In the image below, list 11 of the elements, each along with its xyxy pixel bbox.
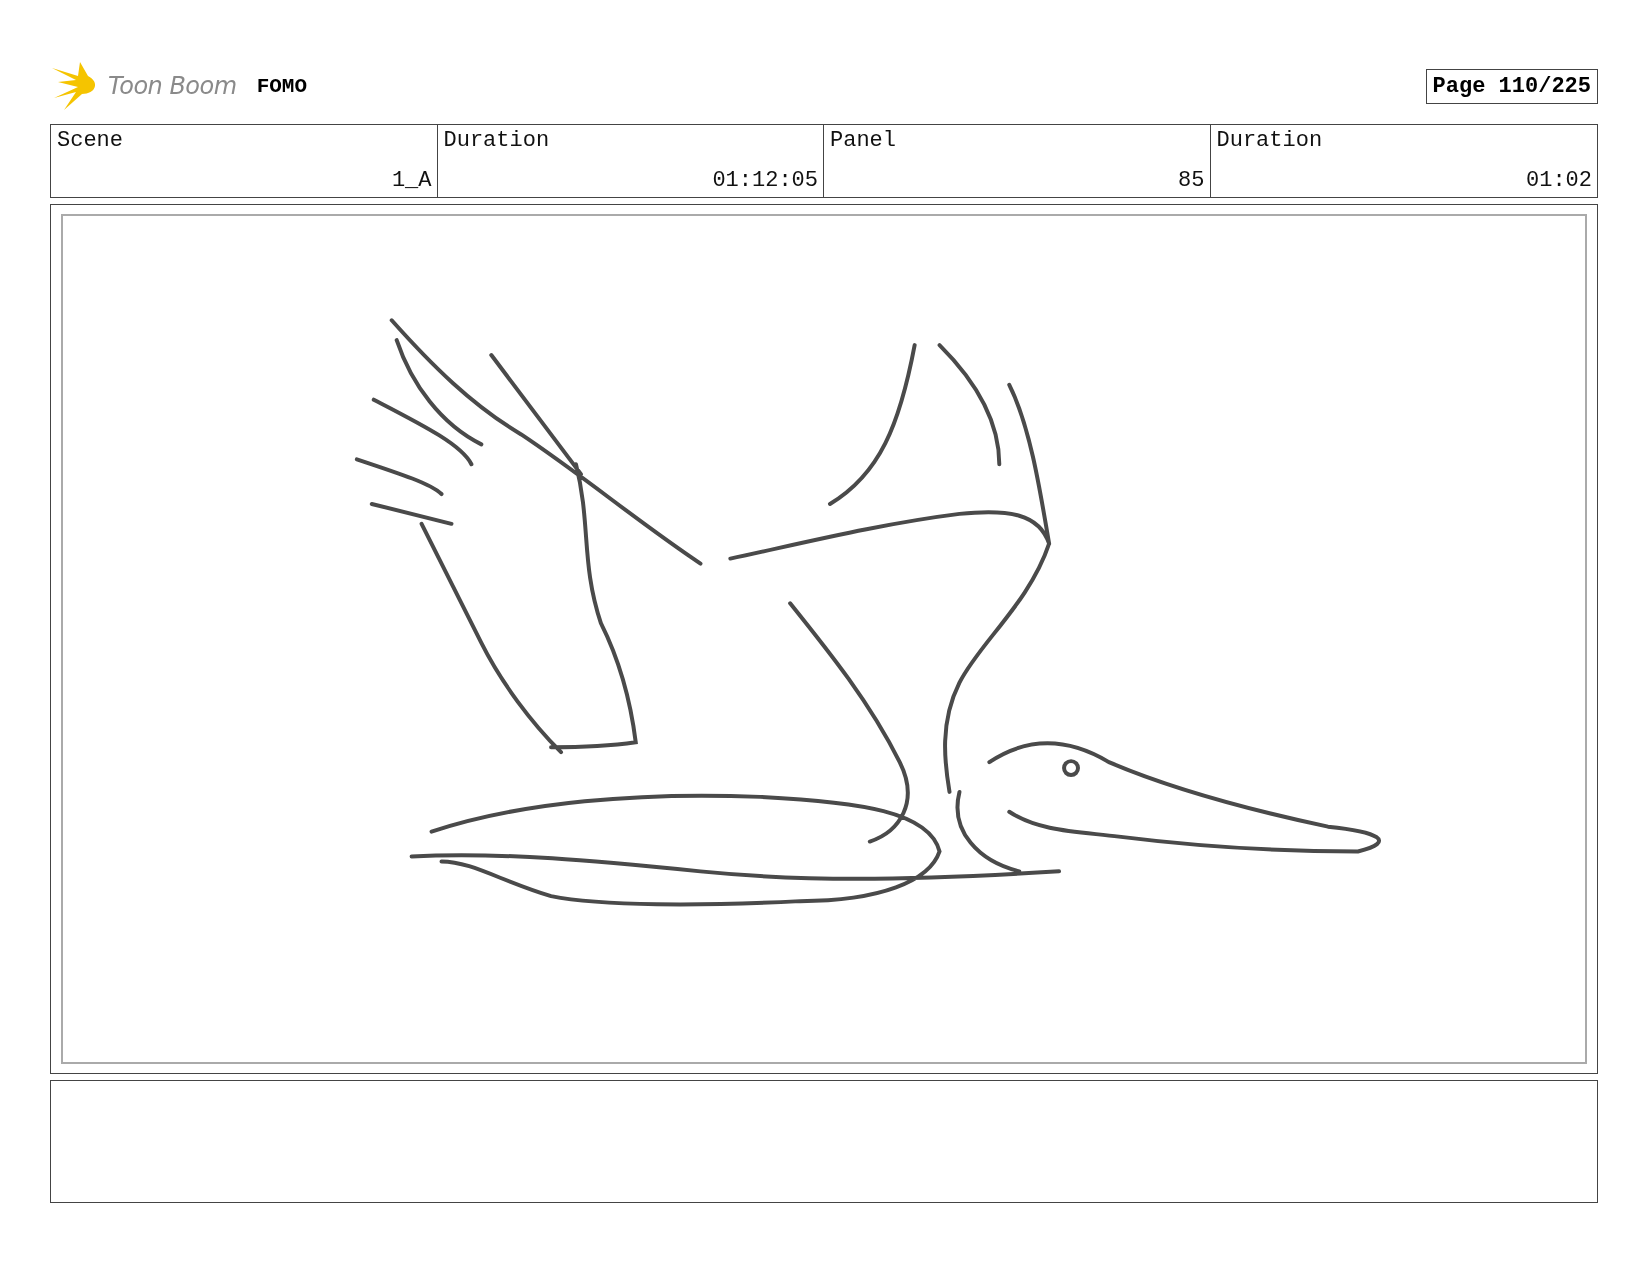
table-cell-text: 1_A <box>390 168 432 193</box>
table-cell-text: 01:12:05 <box>711 168 818 193</box>
table-cell-text: 85 <box>1177 168 1205 193</box>
column-header: Panel <box>830 128 896 153</box>
column-header: Duration <box>443 128 550 153</box>
column-header: Duration <box>1216 128 1323 153</box>
table-cell-text: 01:02 <box>1525 168 1592 193</box>
page-number: Page 110/225 <box>1425 68 1598 104</box>
column-header: Scene <box>57 128 123 153</box>
logo-wordmark: Toon Boom <box>108 72 237 100</box>
project-title: FOMO <box>256 74 308 98</box>
